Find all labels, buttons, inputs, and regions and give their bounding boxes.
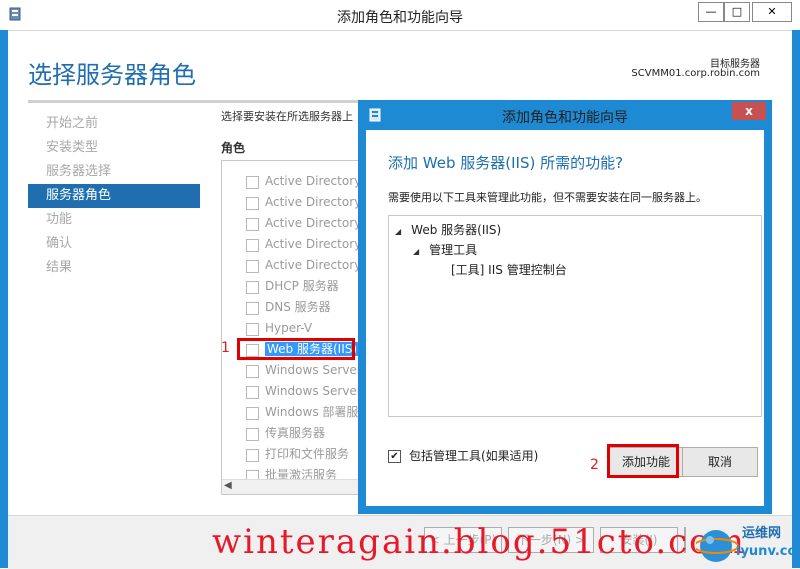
role-checkbox[interactable] bbox=[246, 386, 259, 399]
wizard-nav: 开始之前 安装类型 服务器选择 服务器角色 功能 确认 结果 bbox=[28, 112, 200, 280]
nav-item-server-selection[interactable]: 服务器选择 bbox=[28, 160, 200, 184]
role-checkbox[interactable] bbox=[246, 176, 259, 189]
role-checkbox[interactable] bbox=[246, 449, 259, 462]
dialog-title: 添加角色和功能向导 bbox=[502, 110, 628, 126]
dialog-heading: 添加 Web 服务器(IIS) 所需的功能? bbox=[388, 154, 624, 172]
required-features-tree: ◢ Web 服务器(IIS) ◢ 管理工具 [工具] IIS 管理控制台 bbox=[388, 215, 762, 417]
nav-item-confirmation[interactable]: 确认 bbox=[28, 232, 200, 256]
nav-item-installation-type[interactable]: 安装类型 bbox=[28, 136, 200, 160]
annotation-number-1: 1 bbox=[221, 340, 230, 356]
role-checkbox[interactable] bbox=[246, 365, 259, 378]
nav-item-features[interactable]: 功能 bbox=[28, 208, 200, 232]
annotation-number-2: 2 bbox=[590, 457, 599, 473]
title-bar: 添加角色和功能向导 — □ ✕ bbox=[0, 0, 800, 31]
role-checkbox[interactable] bbox=[246, 302, 259, 315]
maximize-button[interactable]: □ bbox=[724, 2, 750, 22]
role-item[interactable]: Active Directory bbox=[265, 192, 360, 212]
logo-url: iyunv.com bbox=[736, 544, 800, 559]
globe-icon bbox=[696, 530, 739, 562]
role-item[interactable]: Windows Server bbox=[265, 360, 360, 380]
scroll-left-icon[interactable]: ◀ bbox=[224, 480, 232, 491]
logo-text: 运维网 bbox=[742, 526, 782, 541]
close-button[interactable]: ✕ bbox=[752, 2, 792, 22]
role-item[interactable]: Hyper-V bbox=[265, 318, 312, 338]
window-frame-right bbox=[792, 30, 800, 568]
site-logo: 运维网 iyunv.com bbox=[696, 522, 800, 566]
dialog-cancel-button[interactable]: 取消 bbox=[682, 447, 758, 477]
include-tools-row[interactable]: ✔ 包括管理工具(如果适用) bbox=[388, 447, 538, 464]
roles-list: Active Directory Active Directory Active… bbox=[221, 160, 361, 495]
role-checkbox[interactable] bbox=[246, 260, 259, 273]
role-checkbox[interactable] bbox=[246, 281, 259, 294]
dialog-description: 需要使用以下工具来管理此功能，但不需要安装在同一服务器上。 bbox=[388, 191, 707, 204]
roles-header: 角色 bbox=[221, 141, 246, 155]
dialog-body: 添加 Web 服务器(IIS) 所需的功能? 需要使用以下工具来管理此功能，但不… bbox=[366, 130, 764, 506]
instruction-text: 选择要安装在所选服务器上 bbox=[221, 110, 353, 123]
role-checkbox[interactable] bbox=[246, 218, 259, 231]
window-title: 添加角色和功能向导 bbox=[337, 10, 463, 26]
role-checkbox[interactable] bbox=[246, 239, 259, 252]
dialog-close-button[interactable]: x bbox=[732, 102, 766, 120]
nav-item-before-you-begin[interactable]: 开始之前 bbox=[28, 112, 200, 136]
nav-item-server-roles[interactable]: 服务器角色 bbox=[28, 184, 200, 208]
tree-item-management-tools[interactable]: ◢ 管理工具 bbox=[413, 240, 477, 260]
expand-triangle-icon[interactable]: ◢ bbox=[413, 242, 419, 262]
role-item[interactable]: Windows Server bbox=[265, 381, 360, 401]
main-window: 添加角色和功能向导 — □ ✕ 选择服务器角色 目标服务器 SCVMM01.co… bbox=[0, 0, 800, 569]
role-item[interactable]: Active Directory bbox=[265, 213, 360, 233]
role-checkbox[interactable] bbox=[246, 197, 259, 210]
expand-triangle-icon[interactable]: ◢ bbox=[395, 222, 401, 242]
tree-item-web-server[interactable]: ◢ Web 服务器(IIS) bbox=[395, 220, 501, 240]
role-item[interactable]: 传真服务器 bbox=[265, 423, 325, 443]
tree-item-iis-console[interactable]: [工具] IIS 管理控制台 bbox=[451, 260, 567, 280]
role-item[interactable]: Active Directory bbox=[265, 255, 360, 275]
role-item[interactable]: 打印和文件服务 bbox=[265, 444, 349, 464]
header-divider bbox=[28, 100, 368, 103]
include-tools-checkbox[interactable]: ✔ bbox=[388, 450, 401, 463]
role-checkbox[interactable] bbox=[246, 323, 259, 336]
role-item[interactable]: Active Directory bbox=[265, 171, 360, 191]
role-item[interactable]: DNS 服务器 bbox=[265, 297, 331, 317]
add-features-dialog: 添加角色和功能向导 x 添加 Web 服务器(IIS) 所需的功能? 需要使用以… bbox=[358, 100, 772, 514]
annotation-box-2 bbox=[607, 444, 679, 478]
role-item[interactable]: Active Directory bbox=[265, 234, 360, 254]
horizontal-scrollbar[interactable]: ◀ bbox=[222, 479, 360, 494]
page-title: 选择服务器角色 bbox=[28, 61, 196, 89]
role-checkbox[interactable] bbox=[246, 407, 259, 420]
nav-item-results[interactable]: 结果 bbox=[28, 256, 200, 280]
watermark-text: winteragain.blog.51cto.com bbox=[212, 522, 746, 562]
dialog-title-bar: 添加角色和功能向导 x bbox=[358, 100, 772, 130]
role-item[interactable]: DHCP 服务器 bbox=[265, 276, 339, 296]
minimize-button[interactable]: — bbox=[698, 2, 724, 22]
role-item[interactable]: Windows 部署服 bbox=[265, 402, 358, 422]
include-tools-label: 包括管理工具(如果适用) bbox=[409, 449, 539, 463]
tree-item-label: 管理工具 bbox=[429, 243, 478, 257]
window-frame-left bbox=[0, 30, 8, 568]
role-checkbox[interactable] bbox=[246, 428, 259, 441]
annotation-box-1 bbox=[237, 338, 355, 360]
target-server-value: SCVMM01.corp.robin.com bbox=[631, 68, 760, 79]
tree-item-label: Web 服务器(IIS) bbox=[411, 223, 502, 237]
